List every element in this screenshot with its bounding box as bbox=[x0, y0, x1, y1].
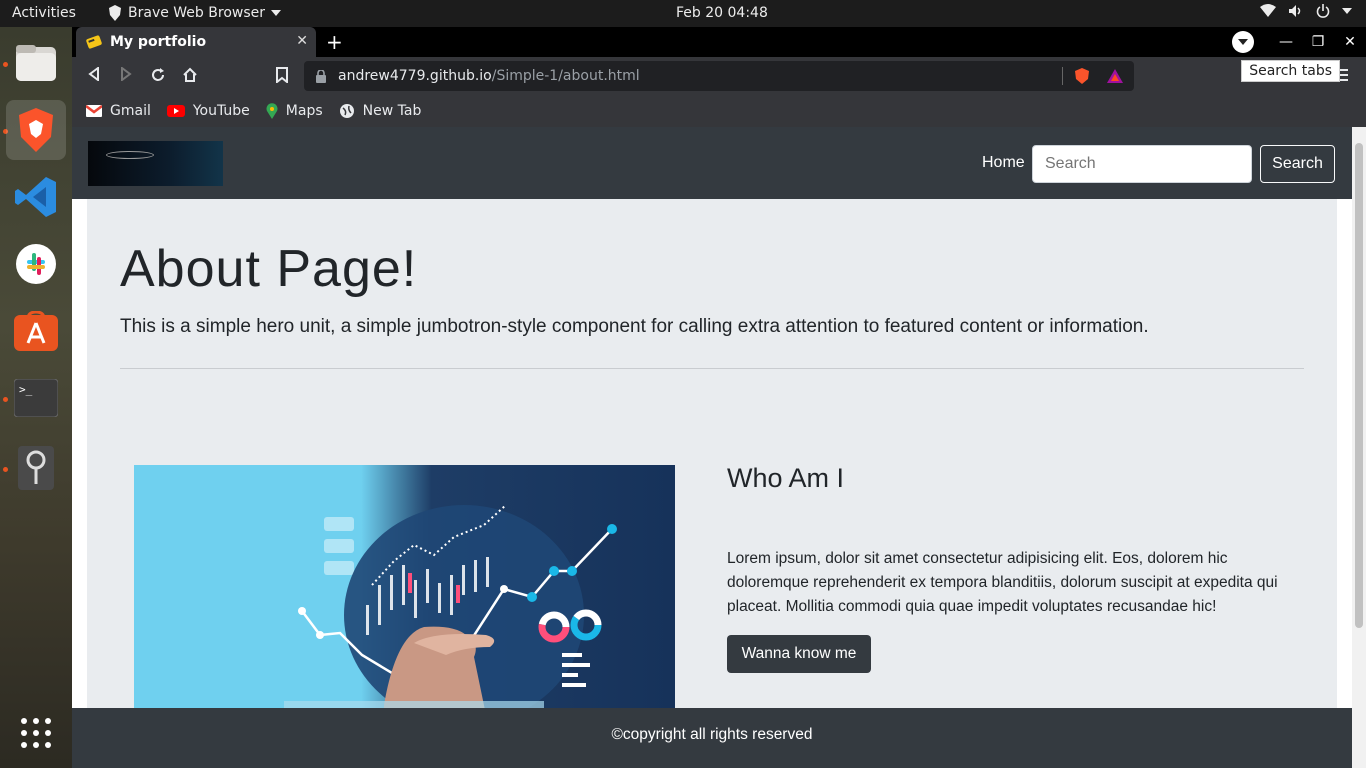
back-button[interactable] bbox=[88, 66, 100, 85]
tab-title: My portfolio bbox=[110, 34, 207, 50]
close-icon[interactable]: ✕ bbox=[296, 33, 308, 49]
forward-button[interactable] bbox=[120, 66, 132, 85]
bookmark-label: Gmail bbox=[110, 103, 151, 119]
home-button[interactable] bbox=[182, 67, 198, 87]
search-button[interactable]: Search bbox=[1260, 145, 1335, 183]
brave-small-icon bbox=[109, 5, 121, 21]
site-navbar: Home Search bbox=[72, 127, 1352, 199]
app-menu[interactable]: Brave Web Browser bbox=[108, 5, 281, 21]
gmail-icon bbox=[86, 105, 102, 117]
forward-icon bbox=[121, 66, 132, 82]
app-grid-icon[interactable] bbox=[6, 703, 66, 763]
youtube-icon bbox=[166, 105, 185, 117]
favicon-icon bbox=[86, 35, 102, 49]
site-logo[interactable] bbox=[88, 141, 223, 186]
page-title: About Page! bbox=[120, 240, 418, 298]
divider bbox=[1062, 67, 1063, 85]
analytics-image bbox=[134, 465, 675, 719]
maps-icon bbox=[266, 103, 278, 119]
svg-text:>_: >_ bbox=[19, 383, 33, 396]
brave-icon[interactable] bbox=[6, 100, 66, 160]
scrollbar-thumb[interactable] bbox=[1355, 143, 1363, 628]
chevron-down-icon bbox=[271, 10, 281, 16]
bookmark-icon bbox=[276, 67, 288, 85]
site-footer: ©copyright all rights reserved bbox=[72, 708, 1352, 768]
bookmark-label: Maps bbox=[285, 103, 323, 119]
bookmark-youtube[interactable]: YouTube bbox=[166, 103, 250, 119]
activities-button[interactable]: Activities bbox=[12, 5, 76, 21]
search-input[interactable] bbox=[1032, 145, 1252, 183]
bookmarks-bar: Gmail YouTube Maps New Tab bbox=[72, 95, 1366, 127]
brave-shields-icon[interactable] bbox=[1074, 67, 1090, 85]
nav-home-link[interactable]: Home bbox=[982, 154, 1025, 172]
slack-icon[interactable] bbox=[6, 234, 66, 294]
volume-icon bbox=[1289, 5, 1301, 17]
software-icon[interactable] bbox=[6, 301, 66, 361]
globe-icon bbox=[339, 104, 354, 118]
tab-my-portfolio[interactable]: My portfolio ✕ bbox=[76, 27, 316, 57]
maximize-button[interactable]: ❐ bbox=[1302, 34, 1334, 50]
address-bar[interactable]: andrew4779.github.io/Simple-1/about.html bbox=[304, 61, 1134, 91]
bookmark-gmail[interactable]: Gmail bbox=[86, 103, 151, 119]
bookmark-maps[interactable]: Maps bbox=[266, 103, 323, 119]
page-viewport: Home Search About Page! This is a simple… bbox=[72, 127, 1366, 768]
system-tray[interactable] bbox=[1260, 4, 1352, 18]
bookmark-new-tab[interactable]: New Tab bbox=[339, 103, 422, 119]
terminal-icon[interactable]: >_ bbox=[6, 368, 66, 428]
chevron-down-icon bbox=[1238, 39, 1248, 45]
url-path: /Simple-1/about.html bbox=[491, 68, 640, 84]
maps-pin-icon[interactable] bbox=[6, 438, 66, 498]
wanna-know-me-button[interactable]: Wanna know me bbox=[727, 635, 871, 673]
new-tab-button[interactable]: + bbox=[326, 30, 343, 54]
tab-strip: My portfolio ✕ + — ❐ ✕ bbox=[72, 27, 1366, 57]
chevron-down-icon bbox=[1342, 8, 1352, 14]
minimize-button[interactable]: — bbox=[1270, 34, 1302, 50]
reload-button[interactable] bbox=[150, 67, 166, 87]
scrollbar[interactable] bbox=[1352, 127, 1366, 768]
close-window-button[interactable]: ✕ bbox=[1334, 34, 1366, 50]
reload-icon bbox=[152, 68, 164, 81]
hero-lead: This is a simple hero unit, a simple jum… bbox=[120, 316, 1149, 337]
clock[interactable]: Feb 20 04:48 bbox=[676, 5, 768, 21]
browser-toolbar: andrew4779.github.io/Simple-1/about.html bbox=[72, 57, 1366, 95]
bookmark-label: YouTube bbox=[192, 103, 250, 119]
app-menu-label: Brave Web Browser bbox=[128, 5, 265, 21]
wifi-icon bbox=[1260, 4, 1276, 17]
section-heading: Who Am I bbox=[727, 463, 845, 493]
window-controls: — ❐ ✕ bbox=[1232, 27, 1366, 57]
files-icon[interactable] bbox=[6, 33, 66, 93]
lock-icon bbox=[316, 69, 326, 83]
home-icon bbox=[183, 67, 197, 82]
about-paragraph: Lorem ipsum, dolor sit amet consectetur … bbox=[727, 550, 1278, 615]
browser-window: My portfolio ✕ + — ❐ ✕ andrew4779.github… bbox=[72, 27, 1366, 768]
bookmark-button[interactable] bbox=[276, 67, 288, 87]
back-icon bbox=[88, 66, 99, 82]
bookmark-label: New Tab bbox=[362, 103, 422, 119]
vscode-icon[interactable] bbox=[6, 167, 66, 227]
divider bbox=[120, 368, 1304, 369]
tab-search-button[interactable] bbox=[1232, 31, 1254, 53]
system-top-bar: Activities Brave Web Browser Feb 20 04:4… bbox=[0, 0, 1366, 27]
tooltip: Search tabs bbox=[1241, 60, 1340, 82]
brave-rewards-icon[interactable] bbox=[1106, 68, 1124, 84]
power-icon bbox=[1316, 4, 1330, 18]
dock: >_ bbox=[0, 27, 72, 768]
jumbotron: About Page! This is a simple hero unit, … bbox=[87, 199, 1337, 719]
url-host: andrew4779.github.io bbox=[338, 68, 492, 84]
